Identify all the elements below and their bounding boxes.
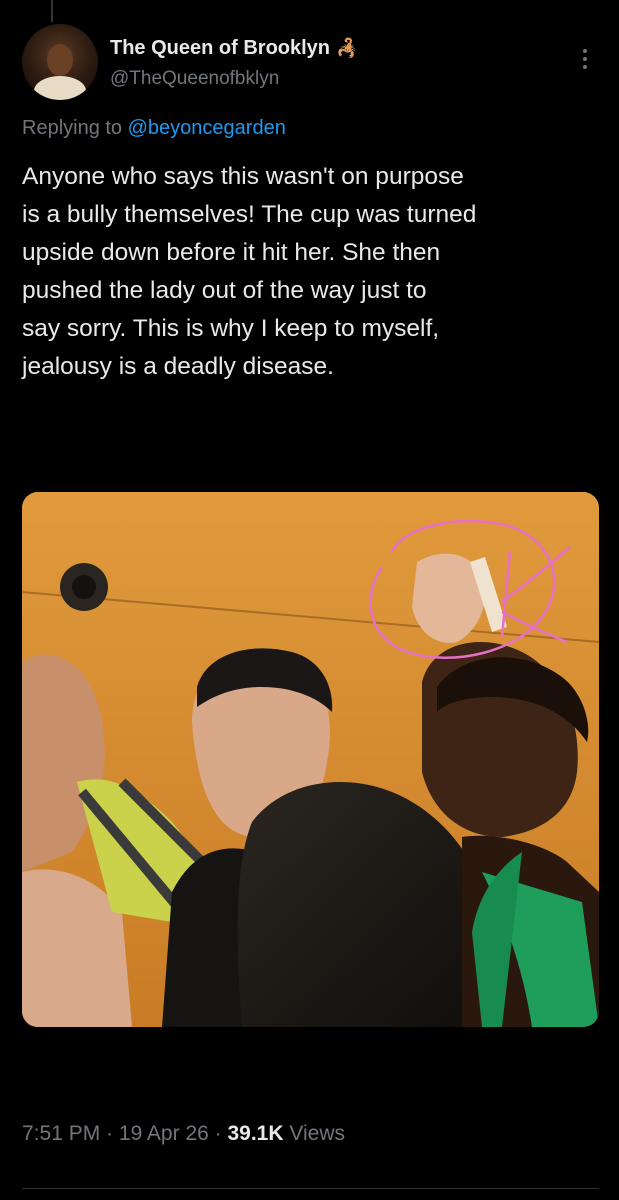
views-label: Views (289, 1122, 345, 1145)
tweet-meta: 7:51 PM · 19 Apr 26 · 39.1K Views (22, 1122, 345, 1146)
tweet-media-video[interactable] (22, 492, 599, 1027)
replying-to-label: Replying to (22, 117, 123, 139)
more-dot-icon (583, 57, 587, 61)
tweet-text-line: pushed the lady out of the way just to (22, 277, 427, 304)
replying-to-handle-link[interactable]: @beyoncegarden (128, 117, 286, 139)
tweet-text-line: say sorry. This is why I keep to myself, (22, 315, 440, 342)
tweet-text-line: jealousy is a deadly disease. (22, 353, 334, 380)
tweet-text-line: is a bully themselves! The cup was turne… (22, 201, 477, 228)
more-options-icon[interactable] (573, 44, 597, 74)
tweet-date[interactable]: 19 Apr 26 (119, 1122, 209, 1145)
avatar-body (34, 76, 86, 100)
avatar[interactable] (22, 24, 98, 100)
avatar-face (47, 44, 73, 76)
more-dot-icon (583, 65, 587, 69)
replying-to: Replying to @beyoncegarden (22, 117, 286, 140)
views-count[interactable]: 39.1K (227, 1122, 283, 1145)
meta-separator: · (208, 1122, 228, 1145)
author-name-row[interactable]: The Queen of Brooklyn 🦂 (110, 37, 358, 60)
tweet-text: Anyone who says this wasn't on purpose i… (22, 158, 602, 386)
thread-connector-line (51, 0, 53, 22)
meta-separator: · (100, 1122, 119, 1145)
author-handle[interactable]: @TheQueenofbklyn (110, 68, 279, 90)
media-frame-illustration (22, 492, 599, 1027)
author-display-name[interactable]: The Queen of Brooklyn (110, 37, 330, 60)
tweet-time[interactable]: 7:51 PM (22, 1122, 100, 1145)
tweet-text-line: Anyone who says this wasn't on purpose (22, 163, 464, 190)
scorpion-emoji-icon: 🦂 (336, 38, 359, 58)
more-dot-icon (583, 49, 587, 53)
tweet-text-line: upside down before it hit her. She then (22, 239, 441, 266)
divider (22, 1188, 599, 1189)
